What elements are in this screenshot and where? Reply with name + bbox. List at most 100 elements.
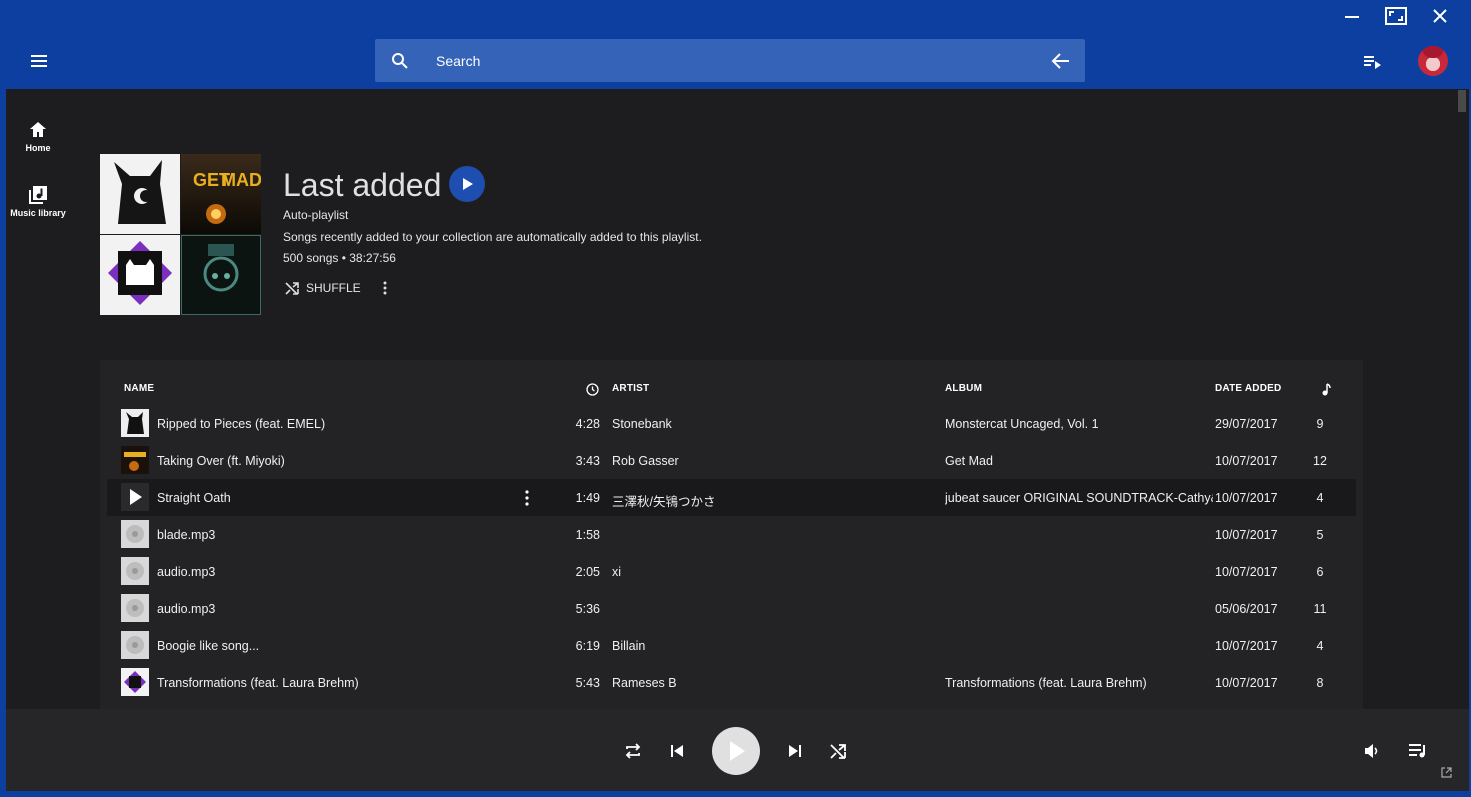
- popout-button[interactable]: [1439, 765, 1453, 779]
- page-title: Last added: [283, 167, 442, 203]
- song-artist[interactable]: xi: [612, 565, 621, 579]
- minimize-button[interactable]: [1337, 0, 1367, 32]
- queue-list-button[interactable]: [1406, 740, 1430, 762]
- song-artist[interactable]: Rob Gasser: [612, 454, 679, 468]
- disc-icon: [121, 557, 149, 585]
- playlist-description: Songs recently added to your collection …: [283, 230, 702, 244]
- sidebar-item-music-library[interactable]: Music library: [6, 185, 70, 218]
- header-album[interactable]: ALBUM: [945, 383, 982, 394]
- shuffle-play-button[interactable]: [825, 738, 851, 764]
- song-name: blade.mp3: [157, 528, 216, 542]
- album-thumb: [121, 668, 149, 696]
- album-art-1: [100, 154, 180, 234]
- song-date-added: 10/07/2017: [1215, 528, 1278, 542]
- close-button[interactable]: [1425, 0, 1455, 32]
- song-play-count: 6: [1316, 565, 1324, 579]
- song-play-count: 4: [1316, 639, 1324, 653]
- playlist-stats: 500 songs • 38:27:56: [283, 251, 396, 265]
- song-artist[interactable]: Rameses B: [612, 676, 677, 690]
- song-album[interactable]: Get Mad: [945, 454, 993, 468]
- song-play-count: 8: [1316, 676, 1324, 690]
- play-icon: [463, 178, 473, 190]
- library-music-icon: [29, 186, 47, 204]
- song-duration: 5:36: [575, 602, 600, 616]
- previous-button[interactable]: [664, 738, 690, 764]
- song-album[interactable]: Monstercat Uncaged, Vol. 1: [945, 417, 1099, 431]
- queue-music-icon: [1364, 56, 1381, 69]
- album-thumb: [121, 409, 149, 437]
- sidebar-item-home[interactable]: Home: [6, 120, 70, 153]
- play-count-note-icon[interactable]: [1321, 383, 1331, 396]
- search-input[interactable]: Search: [436, 53, 480, 69]
- shuffle-icon: [285, 282, 299, 295]
- repeat-button[interactable]: [620, 738, 646, 764]
- menu-icon: [31, 55, 47, 67]
- song-artist[interactable]: Stonebank: [612, 417, 672, 431]
- search-bar[interactable]: Search: [375, 39, 1085, 82]
- table-row[interactable]: Ripped to Pieces (feat. EMEL) 4:28 Stoneba…: [107, 405, 1356, 442]
- song-duration: 1:58: [575, 528, 600, 542]
- song-duration: 1:49: [575, 491, 600, 505]
- song-name: audio.mp3: [157, 565, 216, 579]
- avatar[interactable]: [1418, 46, 1448, 76]
- play-pause-button[interactable]: [712, 727, 760, 775]
- maximize-icon: [1385, 7, 1407, 25]
- disc-icon: [121, 594, 149, 622]
- song-date-added: 29/07/2017: [1215, 417, 1278, 431]
- song-duration: 2:05: [575, 565, 600, 579]
- arrow-back-icon[interactable]: [1051, 51, 1071, 71]
- table-row[interactable]: audio.mp3 5:36 05/06/2017 11: [107, 590, 1356, 627]
- table-row[interactable]: Straight Oath 1:49 三澤秋/矢鴇つかさ jubeat saucer …: [107, 479, 1356, 516]
- shuffle-label: SHUFFLE: [306, 281, 361, 295]
- scrollbar-thumb[interactable]: [1458, 90, 1466, 112]
- repeat-icon: [625, 743, 641, 759]
- menu-button[interactable]: [28, 50, 50, 72]
- close-icon: [1433, 9, 1447, 23]
- more-vert-icon: [383, 281, 387, 295]
- header-name[interactable]: NAME: [124, 383, 154, 394]
- song-artist[interactable]: 三澤秋/矢鴇つかさ: [612, 491, 715, 510]
- queue-button[interactable]: [1363, 53, 1383, 71]
- play-playlist-button[interactable]: [449, 166, 485, 202]
- song-artist[interactable]: Billain: [612, 639, 645, 653]
- song-date-added: 10/07/2017: [1215, 639, 1278, 653]
- maximize-button[interactable]: [1381, 0, 1411, 32]
- album-art-2: GET MAD: [181, 154, 261, 234]
- song-name: Boogie like song...: [157, 639, 260, 653]
- song-name: Ripped to Pieces (feat. EMEL): [157, 417, 326, 431]
- playlist-type: Auto-playlist: [283, 208, 349, 222]
- scrollbar[interactable]: [1455, 89, 1469, 709]
- sidebar-item-label: Music library: [10, 208, 66, 218]
- disc-icon: [121, 631, 149, 659]
- disc-icon: [121, 520, 149, 548]
- duration-clock-icon[interactable]: [586, 383, 599, 396]
- table-row[interactable]: blade.mp3 1:58 10/07/2017 5: [107, 516, 1356, 553]
- song-duration: 3:43: [575, 454, 600, 468]
- song-date-added: 10/07/2017: [1215, 454, 1278, 468]
- queue-icon: [1409, 744, 1425, 758]
- song-name: audio.mp3: [157, 602, 216, 616]
- song-album[interactable]: Transformations (feat. Laura Brehm): [945, 676, 1147, 690]
- song-play-count: 12: [1313, 454, 1327, 468]
- song-duration: 6:19: [575, 639, 600, 653]
- song-album[interactable]: jubeat saucer ORIGINAL SOUNDTRACK-Cathy&…: [945, 491, 1213, 505]
- minimize-icon: [1345, 16, 1359, 18]
- header-artist[interactable]: ARTIST: [612, 383, 649, 394]
- table-row[interactable]: audio.mp3 2:05 xi 10/07/2017 6: [107, 553, 1356, 590]
- song-date-added: 05/06/2017: [1215, 602, 1278, 616]
- header-date-added[interactable]: DATE ADDED: [1215, 383, 1281, 394]
- volume-button[interactable]: [1361, 740, 1383, 762]
- next-button[interactable]: [782, 738, 808, 764]
- song-name: Straight Oath: [157, 491, 231, 505]
- table-row[interactable]: Transformations (feat. Laura Brehm) 5:43 R…: [107, 664, 1356, 701]
- volume-icon: [1365, 744, 1378, 758]
- more-options-button[interactable]: [377, 280, 393, 296]
- song-date-added: 10/07/2017: [1215, 565, 1278, 579]
- search-icon: [392, 53, 408, 69]
- album-thumb: [121, 446, 149, 474]
- home-icon: [30, 122, 46, 137]
- table-row[interactable]: Boogie like song... 6:19 Billain 10/07/2017…: [107, 627, 1356, 664]
- row-menu-icon[interactable]: [520, 489, 534, 507]
- table-row[interactable]: Taking Over (ft. Miyoki) 3:43 Rob Gasser Ge…: [107, 442, 1356, 479]
- shuffle-button[interactable]: SHUFFLE: [284, 279, 361, 297]
